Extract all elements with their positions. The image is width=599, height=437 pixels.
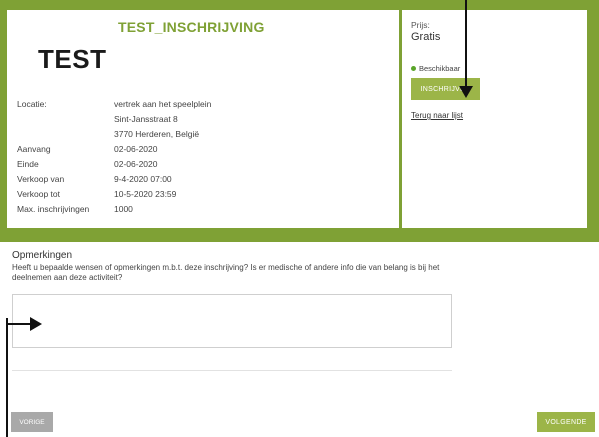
price-label: Prijs:: [411, 20, 430, 30]
detail-value: 02-06-2020: [114, 159, 158, 169]
detail-value: 1000: [114, 204, 133, 214]
divider: [12, 370, 452, 371]
event-logo: TEST: [38, 44, 107, 74]
next-button[interactable]: VOLGENDE: [537, 412, 595, 432]
remarks-textarea[interactable]: [12, 294, 452, 348]
remarks-title: Opmerkingen: [12, 250, 73, 261]
detail-value: 3770 Herderen, België: [114, 129, 200, 139]
availability-text: Beschikbaar: [419, 64, 461, 73]
back-to-list-link[interactable]: Terug naar lijst: [411, 111, 463, 120]
event-info-card: [7, 10, 399, 228]
detail-label: Verkoop van: [17, 174, 65, 184]
detail-value: 02-06-2020: [114, 144, 158, 154]
detail-label: Locatie:: [17, 99, 47, 109]
detail-label: Verkoop tot: [17, 189, 61, 199]
prev-button[interactable]: VORIGE: [11, 412, 53, 432]
price-value: Gratis: [411, 31, 441, 43]
detail-value: 9-4-2020 07:00: [114, 174, 172, 184]
detail-label: Max. inschrijvingen: [17, 204, 90, 214]
availability-status: Beschikbaar: [411, 64, 460, 73]
detail-label: Einde: [17, 159, 39, 169]
detail-value: 10-5-2020 23:59: [114, 189, 177, 199]
detail-value: vertrek aan het speelplein: [114, 99, 212, 109]
remarks-description: Heeft u bepaalde wensen of opmerkingen m…: [12, 263, 440, 282]
status-dot-icon: [411, 66, 416, 71]
detail-value: Sint-Jansstraat 8: [114, 114, 178, 124]
event-title: TEST_INSCHRIJVING: [118, 19, 265, 35]
detail-label: Aanvang: [17, 144, 51, 154]
